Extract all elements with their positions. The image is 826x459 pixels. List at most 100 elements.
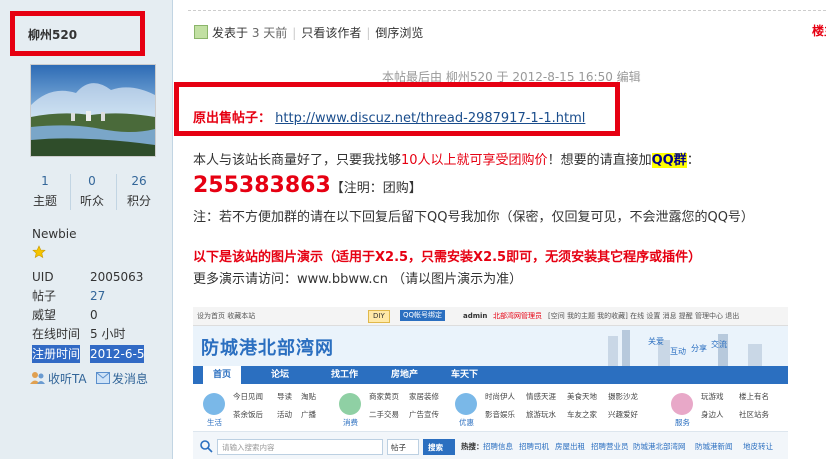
demo-qq-bind: QQ帐号绑定 bbox=[400, 310, 446, 321]
demo-cat-item: 玩游戏 bbox=[701, 392, 724, 401]
demo-hot-item: 房屋出租 bbox=[555, 442, 585, 451]
demo-cat-item: 情感天涯 bbox=[526, 392, 556, 401]
demo-nav-forum: 论坛 bbox=[271, 370, 290, 380]
demo-user-group: 北部湾网管理员 bbox=[493, 312, 542, 320]
stat-threads-value: 1 bbox=[41, 174, 49, 188]
info-online: 在线时间 5 小时 bbox=[32, 325, 162, 343]
follow-button[interactable]: 收听TA bbox=[30, 370, 87, 387]
demo-cat-life: 生活 bbox=[207, 418, 222, 427]
demo-hot-item: 招聘司机 bbox=[519, 442, 549, 451]
stat-followers-label: 听众 bbox=[79, 194, 104, 208]
demo-cat-consume: 消费 bbox=[343, 418, 358, 427]
info-uid-value: 2005063 bbox=[90, 270, 144, 284]
post-line-2: 255383863【注明：团购】 bbox=[193, 173, 422, 198]
post-line-3: 注：若不方便加群的请在以下回复后留下QQ号我加你（保密，仅回复可见，不会泄露您的… bbox=[193, 210, 754, 225]
info-prestige: 威望 0 bbox=[32, 306, 162, 324]
post-line-1-b: 10人以上就可享受团购价 bbox=[401, 153, 548, 168]
demo-cat-item: 活动 bbox=[277, 410, 292, 419]
demo-nav-jobs: 找工作 bbox=[331, 370, 359, 380]
demo-search-type: 帖子 bbox=[387, 439, 419, 455]
post-line-1-c: ！想要的请直接加 bbox=[547, 153, 652, 168]
stat-credits-label: 积分 bbox=[126, 194, 151, 208]
demo-cat-item: 摄影沙龙 bbox=[608, 392, 638, 401]
demo-cat-service-icon bbox=[671, 393, 693, 415]
user-group[interactable]: Newbie bbox=[32, 227, 77, 241]
demo-slogan-2: 互动 bbox=[670, 347, 686, 356]
demo-cat-item: 今日见闻 bbox=[233, 392, 263, 401]
info-posts: 帖子 27 bbox=[32, 287, 162, 305]
demo-screenshot[interactable]: 设为首页 收藏本站 DIY QQ帐号绑定 admin 北部湾网管理员 [空间 我… bbox=[193, 307, 788, 459]
post-line-1: 本人与该站长商量好了，只要我找够10人以上就可享受团购价！想要的请直接加QQ群： bbox=[193, 149, 700, 168]
demo-user: admin bbox=[463, 312, 488, 320]
post-line-1-a: 本人与该站长商量好了，只要我找够 bbox=[193, 153, 402, 168]
demo-cat-life-icon bbox=[203, 393, 225, 415]
demo-nav: 首页 论坛 找工作 房地产 车天下 bbox=[193, 366, 788, 384]
demo-hot-item: 防城港新闻 bbox=[695, 442, 733, 451]
demo-cat-service: 服务 bbox=[675, 418, 690, 427]
follow-icon bbox=[30, 372, 45, 384]
online-status-icon bbox=[194, 25, 208, 39]
posted-prefix: 发表于 bbox=[212, 26, 249, 40]
demo-hot-item: 地皮转让 bbox=[743, 442, 773, 451]
qq-group-number: 255383863 bbox=[193, 173, 331, 198]
demo-diy-button: DIY bbox=[368, 310, 390, 323]
demo-search-placeholder: 请输入搜索内容 bbox=[222, 443, 275, 452]
info-posts-value[interactable]: 27 bbox=[90, 287, 105, 305]
demo-cat-item: 车友之家 bbox=[567, 410, 597, 419]
demo-categories: 生活 今日见闻 导读 淘贴 茶余饭后 活动 广播 消费 商家黄页 家居装修 二手… bbox=[193, 385, 788, 431]
post-meta-bar: 发表于 3 天前 | 只看该作者 | 倒序浏览 bbox=[194, 24, 423, 42]
demo-search-bar: 请输入搜索内容 帖子 搜索 热搜： 招聘信息 招聘司机 房屋出租 招聘营业员 防… bbox=[193, 431, 788, 459]
avatar-image bbox=[31, 65, 155, 156]
envelope-icon bbox=[96, 372, 110, 384]
demo-header: 防城港北部湾网 关爱 互动 分享 交流 bbox=[193, 326, 788, 366]
demo-hot-item: 招聘信息 bbox=[483, 442, 513, 451]
demo-cat-item: 商家黄页 bbox=[369, 392, 399, 401]
stat-followers-value: 0 bbox=[88, 174, 96, 188]
qq-group-highlight: QQ群 bbox=[651, 153, 687, 168]
demo-cat-item: 旅游玩水 bbox=[526, 410, 556, 419]
info-prestige-label: 威望 bbox=[32, 308, 57, 322]
divider bbox=[188, 10, 826, 12]
demo-top-links: 设为首页 收藏本站 bbox=[197, 312, 256, 320]
stat-threads[interactable]: 1 主题 bbox=[22, 174, 68, 209]
qq-note: 【注明：团购】 bbox=[330, 181, 422, 196]
original-post-link[interactable]: http://www.discuz.net/thread-2987917-1-1… bbox=[275, 111, 585, 126]
demo-cat-item: 时尚伊人 bbox=[485, 392, 515, 401]
info-register-label: 注册时间 bbox=[32, 345, 81, 363]
demo-cat-item: 楼上有名 bbox=[739, 392, 769, 401]
info-uid: UID 2005063 bbox=[32, 268, 162, 286]
stat-followers[interactable]: 0 听众 bbox=[69, 174, 115, 209]
author-stats: 1 主题 0 听众 26 积分 bbox=[20, 174, 160, 210]
demo-cat-item: 身边人 bbox=[701, 410, 724, 419]
post-line-1-e: ： bbox=[686, 153, 700, 168]
info-online-value: 5 小时 bbox=[90, 327, 126, 341]
send-message-label: 发消息 bbox=[112, 372, 149, 386]
author-sidebar: 柳州520 1 主题 0 听众 26 积分 Newbie UID 2005063… bbox=[0, 0, 173, 459]
annotation-box-author bbox=[10, 11, 145, 56]
floor-label[interactable]: 楼主 bbox=[812, 22, 826, 39]
demo-cat-item: 淘贴 bbox=[301, 392, 316, 401]
demo-hot-item: 招聘营业员 bbox=[591, 442, 629, 451]
original-post-label: 原出售帖子： bbox=[193, 111, 272, 126]
demo-search-button: 搜索 bbox=[423, 439, 455, 455]
send-message-button[interactable]: 发消息 bbox=[96, 370, 148, 387]
stat-credits-value: 26 bbox=[131, 174, 147, 188]
post-line-4: 以下是该站的图片演示（适用于X2.5，只需安装X2.5即可，无须安装其它程序或插… bbox=[193, 250, 702, 265]
info-prestige-value: 0 bbox=[90, 308, 98, 322]
demo-nav-realestate: 房地产 bbox=[391, 370, 419, 380]
stat-credits[interactable]: 26 积分 bbox=[116, 174, 162, 209]
demo-nav-cars: 车天下 bbox=[451, 370, 479, 380]
demo-slogan-3: 分享 bbox=[691, 344, 707, 353]
follow-label: 收听TA bbox=[48, 372, 87, 386]
author-avatar[interactable] bbox=[30, 64, 156, 157]
demo-slogan-4: 交流 bbox=[711, 340, 727, 349]
reverse-order-link[interactable]: 倒序浏览 bbox=[375, 26, 423, 40]
demo-cat-item: 美食天地 bbox=[567, 392, 597, 401]
demo-cat-item: 广播 bbox=[301, 410, 316, 419]
demo-cat-discount-icon bbox=[455, 393, 477, 415]
info-uid-label: UID bbox=[32, 270, 54, 284]
stat-threads-label: 主题 bbox=[32, 194, 57, 208]
only-author-link[interactable]: 只看该作者 bbox=[301, 26, 361, 40]
demo-search-type-label: 帖子 bbox=[391, 443, 406, 452]
demo-cat-item: 导读 bbox=[277, 392, 292, 401]
